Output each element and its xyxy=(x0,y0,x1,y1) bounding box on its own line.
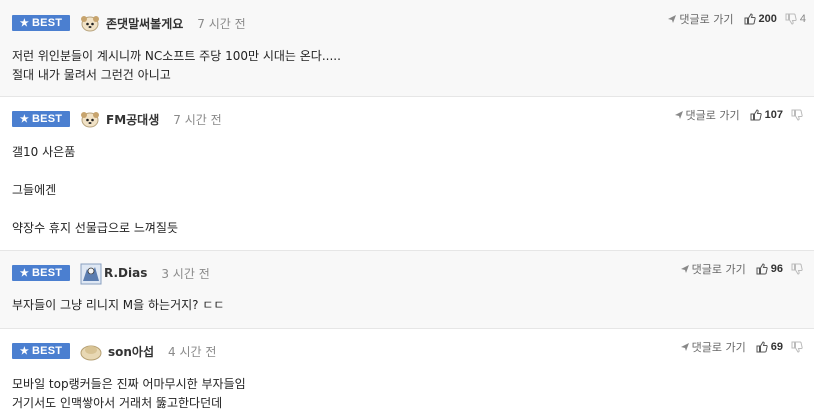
reply-arrow-icon xyxy=(668,15,677,23)
reply-link[interactable]: 댓글로 가기 xyxy=(680,261,746,277)
avatar[interactable] xyxy=(80,263,102,285)
comment-text-line: 절대 내가 물려서 그런건 아니고 xyxy=(12,68,171,82)
comment-actions: 댓글로 가기 200 4 xyxy=(667,8,806,30)
comment-text-line: 약장수 휴지 선물급으로 느껴질듯 xyxy=(12,221,179,235)
like-count: 107 xyxy=(764,109,783,121)
star-icon: ★ xyxy=(19,113,30,125)
comment-username[interactable]: R.Dias xyxy=(104,266,147,280)
comment-item: ★ BEST R.Dias 3 시간 전 댓글로 가기 96 부자들이 그냥 리니… xyxy=(0,251,814,329)
comment-text-line xyxy=(12,200,794,219)
thumbs-up-icon xyxy=(756,263,768,275)
comment-text-line: 그들에겐 xyxy=(12,183,57,197)
reply-arrow-icon xyxy=(674,111,683,119)
avatar[interactable] xyxy=(80,341,102,361)
comment-actions: 댓글로 가기 69 xyxy=(680,336,806,358)
comment-text-line: 갤10 사은품 xyxy=(12,145,76,159)
comment-time: 4 시간 전 xyxy=(168,344,217,359)
comment-header: ★ BEST son아섭 4 시간 전 xyxy=(12,340,216,362)
best-badge: ★ BEST xyxy=(12,343,70,359)
comment-username[interactable]: son아섭 xyxy=(108,343,154,360)
like-button[interactable]: 200 xyxy=(744,13,777,25)
dislike-count: 4 xyxy=(799,13,806,25)
dislike-button[interactable] xyxy=(791,263,806,275)
comment-header: ★ BEST 존댓말써볼게요 7 시간 전 xyxy=(12,12,246,34)
thumbs-up-icon xyxy=(750,109,762,121)
comment-time: 7 시간 전 xyxy=(173,112,222,127)
comment-text-line: 거기서도 인맥쌓아서 거래처 뚫고한다던데 xyxy=(12,396,223,410)
reply-link[interactable]: 댓글로 가기 xyxy=(667,11,734,27)
thumbs-down-icon xyxy=(791,341,803,353)
reply-arrow-icon xyxy=(680,265,689,273)
reply-link-label: 댓글로 가기 xyxy=(691,263,746,276)
best-badge-label: BEST xyxy=(32,267,63,279)
star-icon: ★ xyxy=(19,17,30,29)
like-count: 200 xyxy=(758,13,777,25)
comment-body: 모바일 top랭커들은 진짜 어마무시한 부자들임 거기서도 인맥쌓아서 거래처… xyxy=(12,375,794,413)
thumbs-down-icon xyxy=(785,13,797,25)
comment-header: ★ BEST FM공대생 7 시간 전 xyxy=(12,108,222,130)
comment-item: ★ BEST son아섭 4 시간 전 댓글로 가기 69 모바일 top랭커들은… xyxy=(0,329,814,420)
reply-link[interactable]: 댓글로 가기 xyxy=(674,107,740,123)
avatar[interactable] xyxy=(80,13,100,33)
comment-time: 3 시간 전 xyxy=(161,266,210,281)
comment-username[interactable]: FM공대생 xyxy=(106,111,159,128)
comment-text-line xyxy=(12,162,794,181)
like-button[interactable]: 107 xyxy=(750,109,783,121)
comment-actions: 댓글로 가기 107 xyxy=(674,104,806,126)
dislike-button[interactable] xyxy=(791,341,806,353)
star-icon: ★ xyxy=(19,345,30,357)
comment-body: 부자들이 그냥 리니지 M을 하는거지? ㄷㄷ xyxy=(12,296,794,315)
comment-item: ★ BEST FM공대생 7 시간 전 댓글로 가기 107 갤10 사은품 그들… xyxy=(0,97,814,251)
best-badge-label: BEST xyxy=(32,17,63,29)
comment-username[interactable]: 존댓말써볼게요 xyxy=(106,15,183,32)
like-button[interactable]: 96 xyxy=(756,263,783,275)
reply-link[interactable]: 댓글로 가기 xyxy=(680,339,746,355)
comment-actions: 댓글로 가기 96 xyxy=(680,258,806,280)
thumbs-up-icon xyxy=(744,13,756,25)
like-button[interactable]: 69 xyxy=(756,341,783,353)
like-count: 69 xyxy=(770,341,783,353)
dislike-button[interactable]: 4 xyxy=(785,13,806,25)
reply-link-label: 댓글로 가기 xyxy=(691,341,746,354)
reply-link-label: 댓글로 가기 xyxy=(685,109,740,122)
thumbs-down-icon xyxy=(791,109,803,121)
like-count: 96 xyxy=(770,263,783,275)
comment-text-line: 모바일 top랭커들은 진짜 어마무시한 부자들임 xyxy=(12,377,246,391)
thumbs-up-icon xyxy=(756,341,768,353)
best-badge: ★ BEST xyxy=(12,15,70,31)
comment-item: ★ BEST 존댓말써볼게요 7 시간 전 댓글로 가기 200 4 저런 위인분… xyxy=(0,0,814,97)
comment-header: ★ BEST R.Dias 3 시간 전 xyxy=(12,262,210,285)
avatar[interactable] xyxy=(80,109,100,129)
comment-time: 7 시간 전 xyxy=(197,16,246,31)
best-badge: ★ BEST xyxy=(12,265,70,281)
thumbs-down-icon xyxy=(791,263,803,275)
best-badge-label: BEST xyxy=(32,113,63,125)
best-badge: ★ BEST xyxy=(12,111,70,127)
comment-text-line: 부자들이 그냥 리니지 M을 하는거지? ㄷㄷ xyxy=(12,298,225,312)
reply-arrow-icon xyxy=(680,343,689,351)
comment-body: 갤10 사은품 그들에겐 약장수 휴지 선물급으로 느껴질듯 xyxy=(12,143,794,238)
star-icon: ★ xyxy=(19,267,30,279)
dislike-button[interactable] xyxy=(791,109,806,121)
reply-link-label: 댓글로 가기 xyxy=(679,13,734,26)
comment-body: 저런 위인분들이 계시니까 NC소프트 주당 100만 시대는 온다..... … xyxy=(12,47,794,85)
best-badge-label: BEST xyxy=(32,345,63,357)
comment-text-line: 저런 위인분들이 계시니까 NC소프트 주당 100만 시대는 온다..... xyxy=(12,49,341,63)
